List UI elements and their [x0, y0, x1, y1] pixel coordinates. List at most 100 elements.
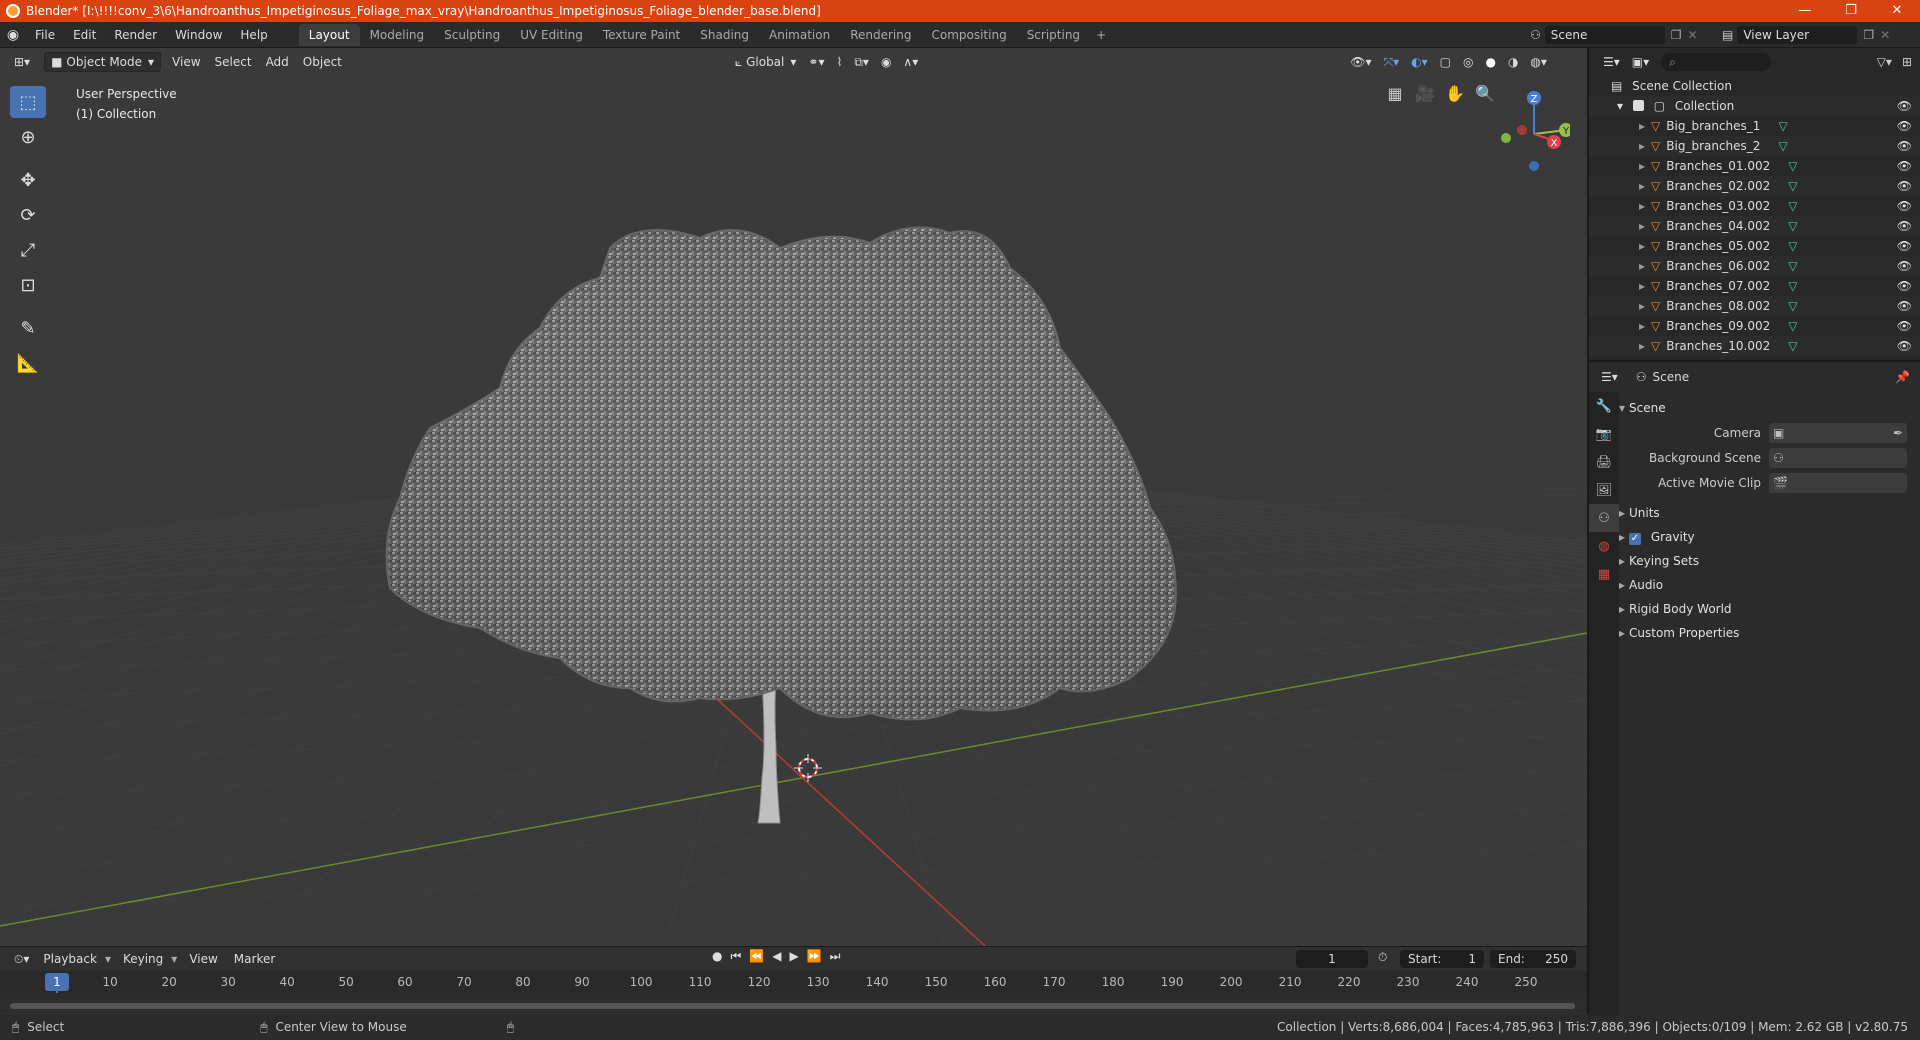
menu-render[interactable]: Render [105, 22, 166, 48]
disclosure-triangle-icon[interactable]: ▸ [1639, 179, 1645, 193]
tab-uv-editing[interactable]: UV Editing [510, 24, 593, 46]
outliner-object-row[interactable]: ▸ ▽ Branches_03.002 ▽ 👁 [1589, 196, 1920, 216]
disclosure-triangle-icon[interactable]: ▸ [1639, 159, 1645, 173]
mesh-data-icon[interactable]: ▽ [1788, 319, 1797, 333]
minimize-button[interactable]: — [1782, 0, 1828, 22]
end-frame-field[interactable]: End: 250 [1490, 950, 1576, 968]
outliner-object-row[interactable]: ▸ ▽ Branches_05.002 ▽ 👁 [1589, 236, 1920, 256]
blender-logo-icon[interactable]: ◉ [0, 27, 26, 43]
camera-field[interactable]: ▣ ✒ [1769, 422, 1907, 443]
outliner-object-row[interactable]: ▸ ▽ Branches_04.002 ▽ 👁 [1589, 216, 1920, 236]
next-keyframe-icon[interactable]: ⏩ [807, 949, 822, 964]
tab-tool-icon[interactable]: 🔧 [1589, 392, 1619, 420]
rigid-body-world-panel-header[interactable]: Rigid Body World [1619, 597, 1920, 621]
transform-tool-icon[interactable]: ⊡ [10, 269, 46, 301]
proportional-edit-icon[interactable]: ◉ [875, 52, 897, 72]
outliner-object-row[interactable]: ▸ ▽ Big_branches_2 ▽ 👁 [1589, 136, 1920, 156]
tree-model[interactable] [385, 226, 1177, 824]
jump-end-icon[interactable]: ⏭ [830, 949, 841, 964]
tab-modeling[interactable]: Modeling [360, 24, 435, 46]
tab-layout[interactable]: Layout [298, 23, 360, 46]
snap-target-icon[interactable]: ⧉▾ [848, 52, 875, 72]
disclosure-triangle-icon[interactable]: ▸ [1639, 119, 1645, 133]
menu-file[interactable]: File [26, 22, 64, 48]
jump-start-icon[interactable]: ⏮ [730, 949, 741, 964]
remove-scene-icon[interactable]: ✕ [1688, 28, 1698, 42]
tab-shading[interactable]: Shading [690, 24, 759, 46]
pin-icon[interactable]: 📌 [1895, 370, 1910, 384]
mesh-data-icon[interactable]: ▽ [1778, 119, 1787, 133]
disclosure-triangle-icon[interactable]: ▸ [1639, 139, 1645, 153]
scene-icon[interactable]: ⚇ [1530, 28, 1541, 42]
mesh-data-icon[interactable]: ▽ [1788, 299, 1797, 313]
eye-icon[interactable]: 👁 [1897, 176, 1912, 196]
solid-shading-icon[interactable]: ● [1479, 52, 1501, 72]
eye-icon[interactable]: 👁 [1897, 136, 1912, 156]
tab-world-icon[interactable]: ◍ [1589, 532, 1619, 560]
mesh-data-icon[interactable]: ▽ [1778, 139, 1787, 153]
outliner-object-row[interactable]: ▸ ▽ Branches_01.002 ▽ 👁 [1589, 156, 1920, 176]
timeline-menu-view[interactable]: View [181, 947, 225, 971]
timeline-menu-keying[interactable]: Keying [115, 947, 171, 971]
outliner-object-row[interactable]: ▸ ▽ Branches_06.002 ▽ 👁 [1589, 256, 1920, 276]
mesh-data-icon[interactable]: ▽ [1788, 339, 1797, 353]
viewport-menu-select[interactable]: Select [208, 52, 259, 72]
pivot-icon[interactable]: ⚭▾ [802, 52, 830, 72]
menu-window[interactable]: Window [166, 22, 231, 48]
collection-row[interactable]: ▾ ▢ Collection 👁 [1589, 96, 1920, 116]
eye-icon[interactable]: 👁 [1897, 276, 1912, 296]
tab-scene-icon[interactable]: ⚇ [1589, 504, 1619, 532]
visibility-icon[interactable]: 👁▾ [1344, 52, 1377, 72]
measure-tool-icon[interactable]: 📐 [10, 347, 46, 379]
play-icon[interactable]: ▶ [789, 949, 798, 964]
eye-icon[interactable]: 👁 [1897, 156, 1912, 176]
maximize-button[interactable]: ❐ [1828, 0, 1874, 22]
eye-icon[interactable]: 👁 [1897, 96, 1912, 116]
background-scene-field[interactable]: ⚇ [1769, 447, 1907, 468]
disclosure-triangle-icon[interactable]: ▸ [1639, 219, 1645, 233]
timeline-editor[interactable]: ⏲▾ Playback ▾ Keying ▾ View Marker ● ⏮ ⏪ ◀ ▶ … [0, 946, 1587, 1014]
tab-animation[interactable]: Animation [759, 24, 840, 46]
select-box-tool-icon[interactable]: ⬚ [10, 86, 46, 118]
annotate-tool-icon[interactable]: ✎ [10, 312, 46, 344]
toggle-camera-view-icon[interactable]: ▦ [1380, 84, 1410, 103]
falloff-icon[interactable]: ∧▾ [897, 52, 924, 72]
eye-icon[interactable]: 👁 [1897, 216, 1912, 236]
disclosure-triangle-icon[interactable]: ▸ [1639, 199, 1645, 213]
close-button[interactable]: ✕ [1874, 0, 1920, 22]
viewport-menu-object[interactable]: Object [296, 52, 349, 72]
clock-icon[interactable]: ⏱ [1378, 950, 1387, 965]
new-collection-icon[interactable]: ⊞ [1902, 55, 1912, 69]
new-scene-icon[interactable]: ❐ [1671, 28, 1682, 42]
mesh-data-icon[interactable]: ▽ [1788, 279, 1797, 293]
cursor-tool-icon[interactable]: ⊕ [10, 121, 46, 153]
move-tool-icon[interactable]: ✥ [10, 164, 46, 196]
play-reverse-icon[interactable]: ◀ [772, 949, 781, 964]
gravity-panel-header[interactable]: ✓ Gravity [1619, 525, 1920, 549]
tab-compositing[interactable]: Compositing [921, 24, 1016, 46]
overlay-toggle-icon[interactable]: ◐▾ [1405, 52, 1434, 72]
properties-editor-type-icon[interactable]: ☰▾ [1595, 367, 1624, 387]
mesh-data-icon[interactable]: ▽ [1788, 199, 1797, 213]
mode-selector[interactable]: ■ Object Mode ▾ [44, 52, 162, 72]
outliner-object-row[interactable]: ▸ ▽ Branches_09.002 ▽ 👁 [1589, 316, 1920, 336]
timeline-editor-type-icon[interactable]: ⏲▾ [8, 949, 35, 969]
disclosure-triangle-icon[interactable]: ▸ [1639, 259, 1645, 273]
orientation-selector[interactable]: ⟀ Global ▾ [729, 52, 803, 72]
properties-editor[interactable]: ☰▾ ⚇ Scene 📌 🔧 📷 🖨 🖼 ⚇ ◍ ▦ Scene Camera … [1587, 360, 1920, 1016]
mesh-data-icon[interactable]: ▽ [1788, 239, 1797, 253]
eye-icon[interactable]: 👁 [1897, 336, 1912, 356]
tab-scripting[interactable]: Scripting [1017, 24, 1090, 46]
outliner-editor[interactable]: ☰▾ ▣▾ ⌕ ▽▾ ⊞ ▤ Scene Collection ▾ ▢ Coll… [1587, 48, 1920, 360]
tab-texture-paint[interactable]: Texture Paint [593, 24, 690, 46]
eye-icon[interactable]: 👁 [1897, 316, 1912, 336]
scene-collection-row[interactable]: ▤ Scene Collection [1589, 76, 1920, 96]
disclosure-triangle-icon[interactable]: ▸ [1639, 339, 1645, 353]
outliner-object-row[interactable]: ▸ ▽ Branches_10.002 ▽ 👁 [1589, 336, 1920, 356]
menu-help[interactable]: Help [231, 22, 276, 48]
wireframe-shading-icon[interactable]: ◎ [1457, 52, 1479, 72]
disclosure-triangle-icon[interactable]: ▾ [1617, 99, 1623, 113]
gravity-checkbox[interactable]: ✓ [1629, 533, 1641, 545]
tab-sculpting[interactable]: Sculpting [434, 24, 510, 46]
editor-type-icon[interactable]: ⊞▾ [8, 52, 36, 72]
